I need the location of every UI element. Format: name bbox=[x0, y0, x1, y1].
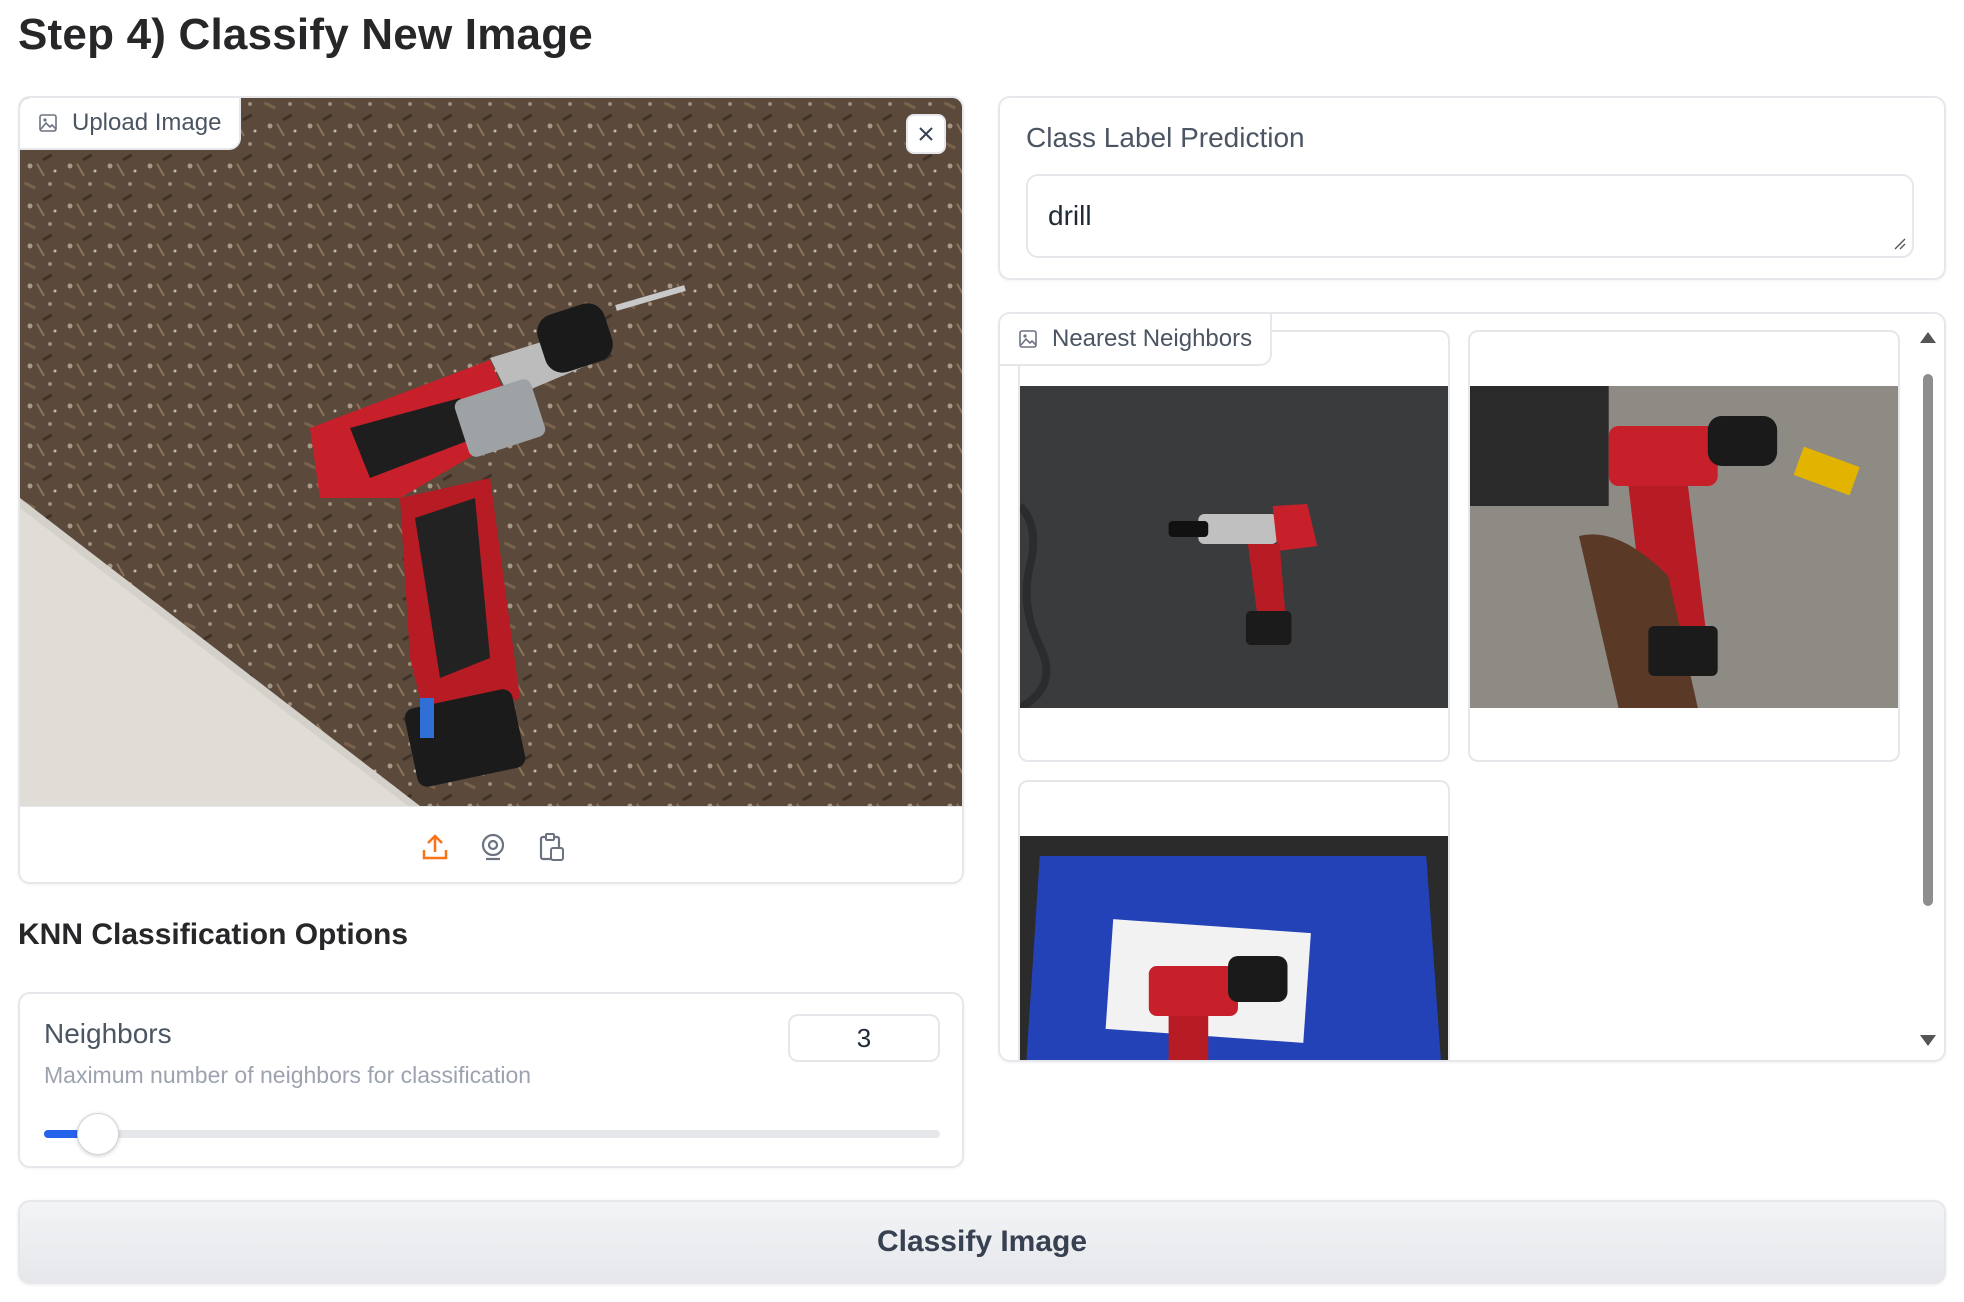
page-title: Step 4) Classify New Image bbox=[18, 10, 593, 59]
prediction-value: drill bbox=[1048, 200, 1092, 231]
resize-grip-icon[interactable] bbox=[1892, 236, 1906, 250]
nearest-neighbors-gallery: Nearest Neighbors bbox=[998, 312, 1946, 1062]
close-icon bbox=[919, 127, 933, 141]
gallery-thumbnail[interactable] bbox=[1018, 330, 1450, 762]
upload-image-label: Upload Image bbox=[20, 98, 242, 150]
gallery-thumbnail[interactable] bbox=[1468, 330, 1900, 762]
drill-in-hand-photo bbox=[1470, 386, 1898, 708]
prediction-output[interactable]: drill bbox=[1026, 174, 1914, 258]
scroll-down-icon[interactable] bbox=[1920, 1035, 1936, 1046]
clipboard-icon bbox=[539, 832, 564, 861]
drill-on-mulch-photo bbox=[20, 98, 962, 806]
image-icon bbox=[39, 114, 57, 132]
nearest-neighbors-label-text: Nearest Neighbors bbox=[1052, 325, 1253, 352]
neighbors-slider[interactable] bbox=[44, 1113, 940, 1155]
slider-thumb[interactable] bbox=[76, 1113, 119, 1155]
neighbors-number-input[interactable]: 3 bbox=[788, 1014, 940, 1062]
upload-image-panel[interactable]: Upload Image bbox=[18, 96, 964, 884]
gallery-scrollbar[interactable] bbox=[1918, 328, 1938, 1050]
prediction-label: Class Label Prediction bbox=[1026, 122, 1305, 153]
image-source-toolbar bbox=[20, 806, 962, 882]
drill-on-mat-photo bbox=[1020, 386, 1448, 708]
upload-source-button[interactable] bbox=[417, 829, 453, 865]
clipboard-source-button[interactable] bbox=[533, 829, 569, 865]
classify-image-button[interactable]: Classify Image bbox=[18, 1200, 1946, 1284]
drill-on-recycling-bin-photo bbox=[1020, 836, 1448, 1060]
neighbors-slider-block: Neighbors Maximum number of neighbors fo… bbox=[18, 992, 964, 1168]
scroll-up-icon[interactable] bbox=[1920, 332, 1936, 343]
class-label-prediction-panel: Class Label Prediction drill bbox=[998, 96, 1946, 280]
knn-options-title: KNN Classification Options bbox=[18, 918, 409, 951]
neighbors-label: Neighbors bbox=[44, 1018, 172, 1049]
webcam-source-button[interactable] bbox=[475, 829, 511, 865]
nearest-neighbors-label: Nearest Neighbors bbox=[1000, 314, 1273, 366]
uploaded-drill-image bbox=[20, 98, 962, 806]
webcam-icon bbox=[481, 833, 505, 860]
upload-icon bbox=[422, 833, 448, 859]
gallery-thumbnail[interactable] bbox=[1018, 780, 1450, 1060]
upload-image-label-text: Upload Image bbox=[72, 109, 222, 136]
neighbors-info: Maximum number of neighbors for classifi… bbox=[44, 1062, 532, 1088]
scrollbar-thumb[interactable] bbox=[1923, 374, 1933, 906]
clear-image-button[interactable] bbox=[906, 114, 946, 154]
image-icon bbox=[1019, 330, 1037, 348]
